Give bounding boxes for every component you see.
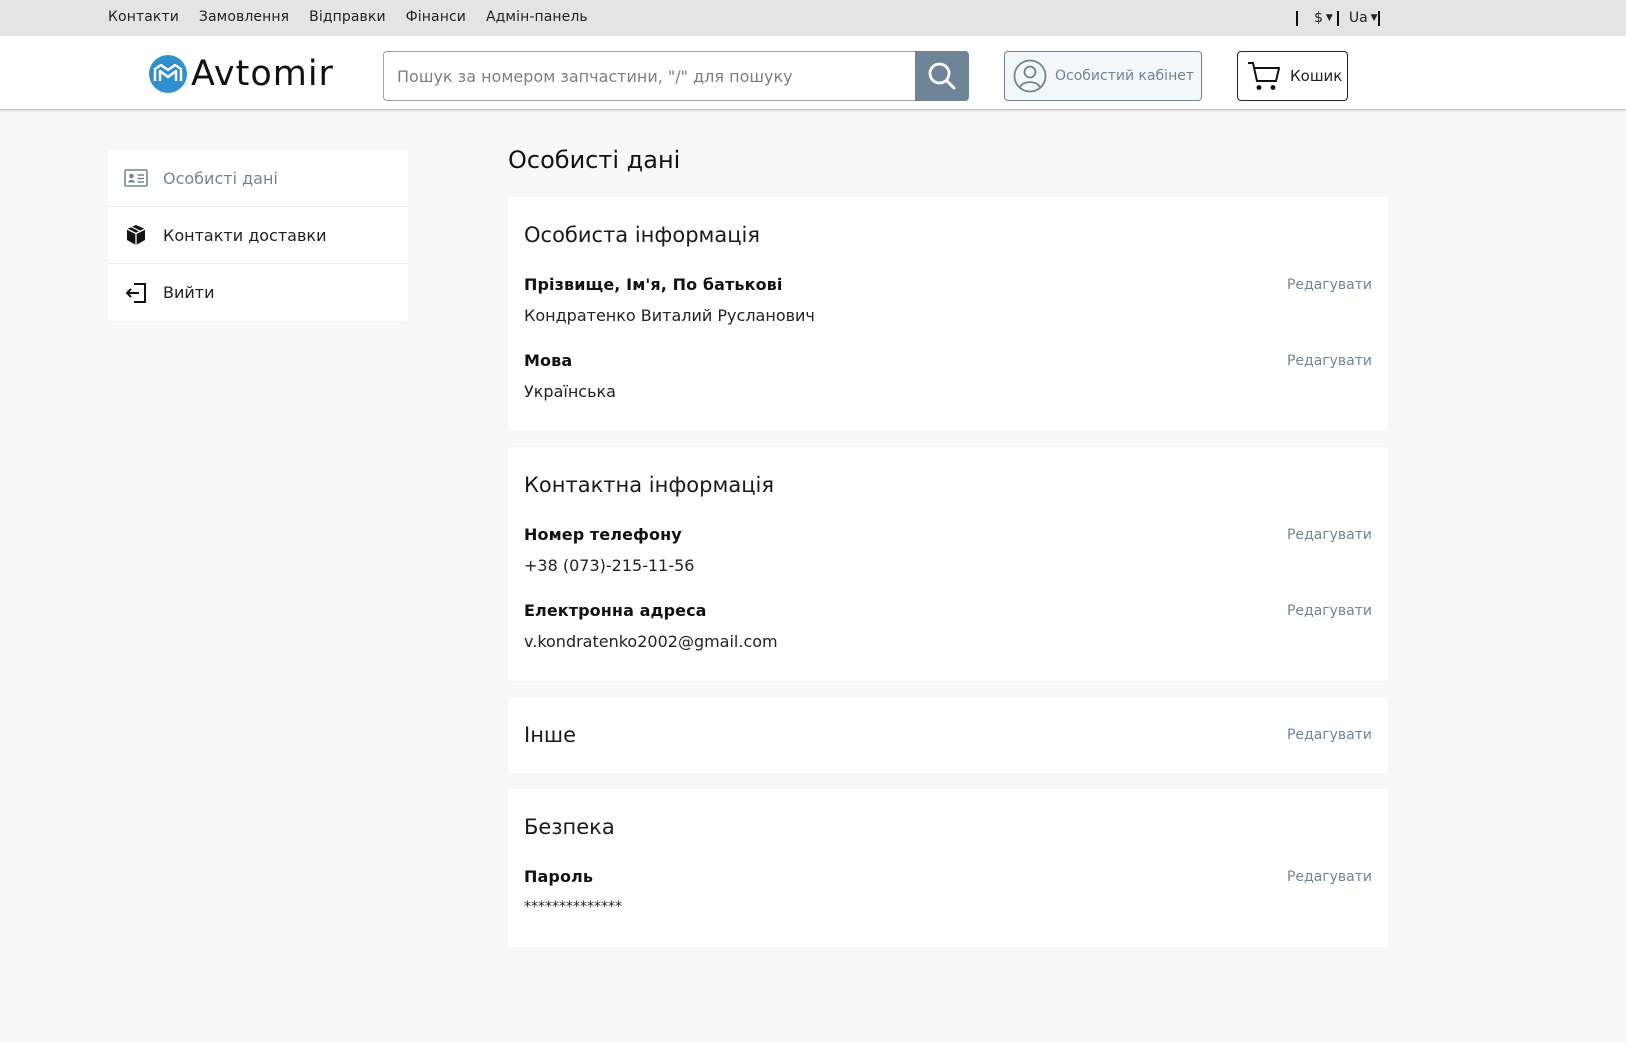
full-name-value: Кондратенко Виталий Русланович [524,306,815,325]
search-icon [928,62,956,90]
search-button[interactable] [915,51,969,101]
section-heading: Інше [524,723,577,747]
page-title: Особисті дані [508,146,681,174]
edit-language-link[interactable]: Редагувати [1287,353,1372,369]
currency-select[interactable]: $ ▼ [1314,10,1333,26]
search-bar [383,51,969,101]
account-label: Особистий кабінет [1055,68,1194,84]
search-input[interactable] [383,51,915,101]
logout-icon [124,281,148,305]
divider [1377,10,1380,26]
chevron-down-icon: ▼ [1325,12,1333,23]
logo-text: Avtomir [191,54,334,94]
nav-link-orders[interactable]: Замовлення [199,9,289,25]
divider [1296,10,1298,26]
section-heading: Контактна інформація [524,473,774,497]
contact-info-card: Контактна інформація Номер телефону Реда… [508,447,1388,681]
edit-full-name-link[interactable]: Редагувати [1287,277,1372,293]
phone-label: Номер телефону [524,525,682,544]
sidebar-item-personal-data[interactable]: Особисті дані [108,150,408,207]
top-right-controls: $ ▼ Ua ▼ [1296,8,1380,28]
personal-info-card: Особиста інформація Прізвище, Ім'я, По б… [508,197,1388,431]
account-button[interactable]: Особистий кабінет [1004,51,1202,101]
sidebar-item-label: Особисті дані [163,168,278,188]
sidebar-item-logout[interactable]: Вийти [108,264,408,321]
currency-value: $ [1314,10,1323,26]
nav-link-shipments[interactable]: Відправки [309,9,386,25]
language-select[interactable]: Ua ▼ [1349,10,1378,26]
section-heading: Особиста інформація [524,223,761,247]
header: Avtomir Особистий кабінет Кошик [0,36,1626,110]
phone-value: +38 (073)-215-11-56 [524,556,695,575]
password-value: ************** [524,899,622,915]
security-card: Безпека Пароль Редагувати ************** [508,789,1388,947]
password-label: Пароль [524,867,594,886]
language-value: Ua [1348,10,1368,26]
nav-link-admin-panel[interactable]: Адмін-панель [486,9,588,25]
user-icon [1013,59,1047,93]
edit-other-link[interactable]: Редагувати [1287,727,1372,743]
email-label: Електронна адреса [524,601,707,620]
sidebar-item-delivery-contacts[interactable]: Контакти доставки [108,207,408,264]
section-heading: Безпека [524,815,615,839]
sidebar: Особисті дані Контакти доставки Вийти [108,150,408,321]
nav-link-contacts[interactable]: Контакти [108,9,179,25]
top-bar: Контакти Замовлення Відправки Фінанси Ад… [0,0,1626,36]
logo-icon [149,55,187,93]
edit-email-link[interactable]: Редагувати [1287,603,1372,619]
logo[interactable]: Avtomir [149,55,334,93]
edit-password-link[interactable]: Редагувати [1287,869,1372,885]
email-value: v.kondratenko2002@gmail.com [524,632,778,651]
divider [1336,10,1339,26]
language-value: Українська [524,382,616,401]
sidebar-item-label: Контакти доставки [163,225,327,245]
language-label: Мова [524,351,573,370]
cart-button[interactable]: Кошик [1237,51,1348,101]
full-name-label: Прізвище, Ім'я, По батькові [524,275,783,294]
id-card-icon [124,166,148,190]
other-card: Інше Редагувати [508,697,1388,773]
cart-icon [1248,62,1280,90]
cart-label: Кошик [1290,67,1343,85]
top-nav: Контакти Замовлення Відправки Фінанси Ад… [108,9,588,25]
sidebar-item-label: Вийти [163,283,215,302]
nav-link-finance[interactable]: Фінанси [406,9,466,25]
edit-phone-link[interactable]: Редагувати [1287,527,1372,543]
chevron-down-icon: ▼ [1370,12,1378,23]
boxes-icon [124,223,148,247]
